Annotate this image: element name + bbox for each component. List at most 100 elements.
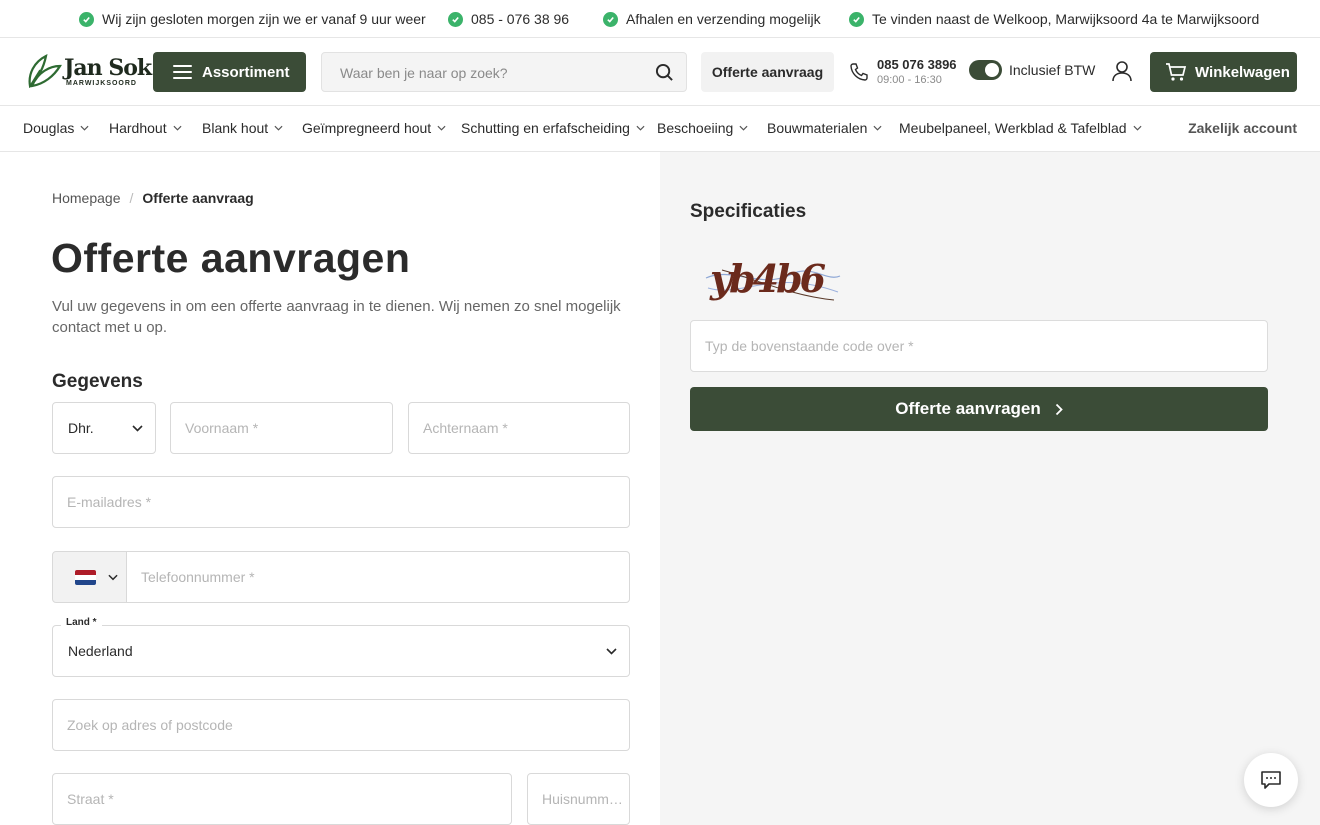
usp-item: Wij zijn gesloten morgen zijn we er vana… xyxy=(79,11,426,27)
nav-item-schutting[interactable]: Schutting en erfafscheiding xyxy=(461,120,645,136)
usp-text: Wij zijn gesloten morgen zijn we er vana… xyxy=(102,11,426,27)
firstname-field[interactable]: Voornaam * xyxy=(170,402,393,454)
specifications-panel: Specificaties yb4b6 Typ de bovenstaande … xyxy=(660,152,1320,825)
country-label: Land * xyxy=(61,617,102,628)
chat-button[interactable] xyxy=(1244,753,1298,807)
street-placeholder: Straat * xyxy=(67,791,114,807)
chat-bubble-icon xyxy=(1261,771,1281,789)
captcha-text: yb4b6 xyxy=(709,256,826,301)
user-account-icon[interactable] xyxy=(1111,60,1133,82)
chevron-down-icon xyxy=(636,125,645,131)
submit-quote-button[interactable]: Offerte aanvragen xyxy=(690,387,1268,431)
chevron-down-icon xyxy=(739,125,748,131)
usp-text: Te vinden naast de Welkoop, Marwijksoord… xyxy=(872,11,1260,27)
check-circle-icon xyxy=(79,11,94,27)
page-intro: Vul uw gegevens in om een offerte aanvra… xyxy=(52,298,621,336)
lastname-field[interactable]: Achternaam * xyxy=(408,402,630,454)
btw-toggle[interactable]: Inclusief BTW xyxy=(969,60,1095,80)
cart-label: Winkelwagen xyxy=(1195,63,1290,81)
phone-hours: 09:00 - 16:30 xyxy=(877,74,942,86)
nav-label: Beschoeiing xyxy=(657,120,734,136)
search-icon[interactable] xyxy=(655,63,674,82)
phone-contact[interactable]: 085 076 3896 09:00 - 16:30 xyxy=(849,57,957,86)
breadcrumb-home[interactable]: Homepage xyxy=(52,190,121,206)
assortiment-button[interactable]: Assortiment xyxy=(153,52,306,92)
nav-item-hardhout[interactable]: Hardhout xyxy=(109,120,182,136)
cart-button[interactable]: Winkelwagen xyxy=(1150,52,1297,92)
nav-item-beschoeiing[interactable]: Beschoeiing xyxy=(657,120,748,136)
quote-form-panel: Homepage / Offerte aanvraag Offerte aanv… xyxy=(0,152,660,825)
nav-item-douglas[interactable]: Douglas xyxy=(23,120,89,136)
chevron-down-icon xyxy=(132,425,143,432)
nav-item-geimpregneerd-hout[interactable]: Geïmpregneerd hout xyxy=(302,120,446,136)
salutation-value: Dhr. xyxy=(68,420,94,436)
address-search-placeholder: Zoek op adres of postcode xyxy=(67,717,233,733)
leaf-logo-icon xyxy=(28,54,62,88)
chevron-down-icon xyxy=(173,125,182,131)
country-select[interactable]: Land * Nederland xyxy=(52,617,630,677)
firstname-placeholder: Voornaam * xyxy=(185,420,259,436)
phone-field[interactable]: Telefoonnummer * xyxy=(126,551,630,603)
chevron-down-icon xyxy=(108,574,118,581)
business-account-link[interactable]: Zakelijk account xyxy=(1188,120,1297,136)
chevron-down-icon xyxy=(274,125,283,131)
btw-label: Inclusief BTW xyxy=(1009,62,1096,78)
address-search-field[interactable]: Zoek op adres of postcode xyxy=(52,699,630,751)
specifications-title: Specificaties xyxy=(690,201,807,222)
email-placeholder: E-mailadres * xyxy=(67,494,152,510)
nav-label: Schutting en erfafscheiding xyxy=(461,120,630,136)
chevron-right-icon xyxy=(1055,403,1063,415)
btw-switch[interactable] xyxy=(969,60,1002,80)
check-circle-icon xyxy=(603,11,618,27)
salutation-select[interactable]: Dhr. xyxy=(52,402,156,454)
nav-label: Hardhout xyxy=(109,120,167,136)
nav-item-blank-hout[interactable]: Blank hout xyxy=(202,120,283,136)
nav-item-meubelpaneel[interactable]: Meubelpaneel, Werkblad & Tafelblad xyxy=(899,120,1142,136)
nav-label: Blank hout xyxy=(202,120,269,136)
usp-item: 085 - 076 38 96 xyxy=(448,11,569,27)
search-input[interactable]: Waar ben je naar op zoek? xyxy=(321,52,687,92)
check-circle-icon xyxy=(448,11,463,27)
site-header: Jan Sok MARWIJKSOORD Assortiment Waar be… xyxy=(0,38,1320,106)
assortiment-label: Assortiment xyxy=(202,63,290,81)
offerte-aanvraag-button[interactable]: Offerte aanvraag xyxy=(701,52,834,92)
search-placeholder: Waar ben je naar op zoek? xyxy=(340,65,508,81)
cart-icon xyxy=(1166,63,1187,81)
phone-number: 085 076 3896 xyxy=(877,57,957,72)
housenumber-placeholder: Huisnummer * xyxy=(542,791,626,807)
section-title: Gegevens xyxy=(52,371,143,392)
usp-text: 085 - 076 38 96 xyxy=(471,11,570,27)
logo-subtitle: MARWIJKSOORD xyxy=(66,80,137,87)
chevron-down-icon xyxy=(1133,125,1142,131)
menu-icon xyxy=(173,65,192,79)
phone-icon xyxy=(850,62,868,81)
check-circle-icon xyxy=(849,11,864,27)
usp-text: Afhalen en verzending mogelijk xyxy=(626,11,821,27)
breadcrumb: Homepage / Offerte aanvraag xyxy=(52,190,254,206)
chevron-down-icon xyxy=(873,125,882,131)
nav-label: Geïmpregneerd hout xyxy=(302,120,432,136)
breadcrumb-current: Offerte aanvraag xyxy=(142,190,254,206)
logo[interactable]: Jan Sok MARWIJKSOORD xyxy=(24,50,152,92)
captcha-input[interactable]: Typ de bovenstaande code over * xyxy=(690,320,1268,372)
email-field[interactable]: E-mailadres * xyxy=(52,476,630,528)
nav-item-bouwmaterialen[interactable]: Bouwmaterialen xyxy=(767,120,882,136)
logo-name: Jan Sok xyxy=(64,55,152,81)
country-code-select[interactable] xyxy=(52,551,127,603)
category-nav: Douglas Hardhout Blank hout Geïmpregneer… xyxy=(0,106,1320,152)
submit-label: Offerte aanvragen xyxy=(895,399,1041,418)
nav-label: Meubelpaneel, Werkblad & Tafelblad xyxy=(899,120,1127,136)
country-value: Nederland xyxy=(68,643,133,659)
nav-label: Bouwmaterialen xyxy=(767,120,868,136)
housenumber-field[interactable]: Huisnummer * xyxy=(527,773,630,825)
flag-nl-icon xyxy=(75,570,96,585)
chevron-down-icon xyxy=(437,125,446,131)
street-field[interactable]: Straat * xyxy=(52,773,512,825)
phone-placeholder: Telefoonnummer * xyxy=(141,569,255,585)
page-title: Offerte aanvragen xyxy=(51,235,411,281)
nav-label: Douglas xyxy=(23,120,75,136)
usp-item: Afhalen en verzending mogelijk xyxy=(603,11,821,27)
captcha-image: yb4b6 xyxy=(705,256,841,301)
chevron-down-icon xyxy=(80,125,89,131)
breadcrumb-separator: / xyxy=(129,190,134,206)
